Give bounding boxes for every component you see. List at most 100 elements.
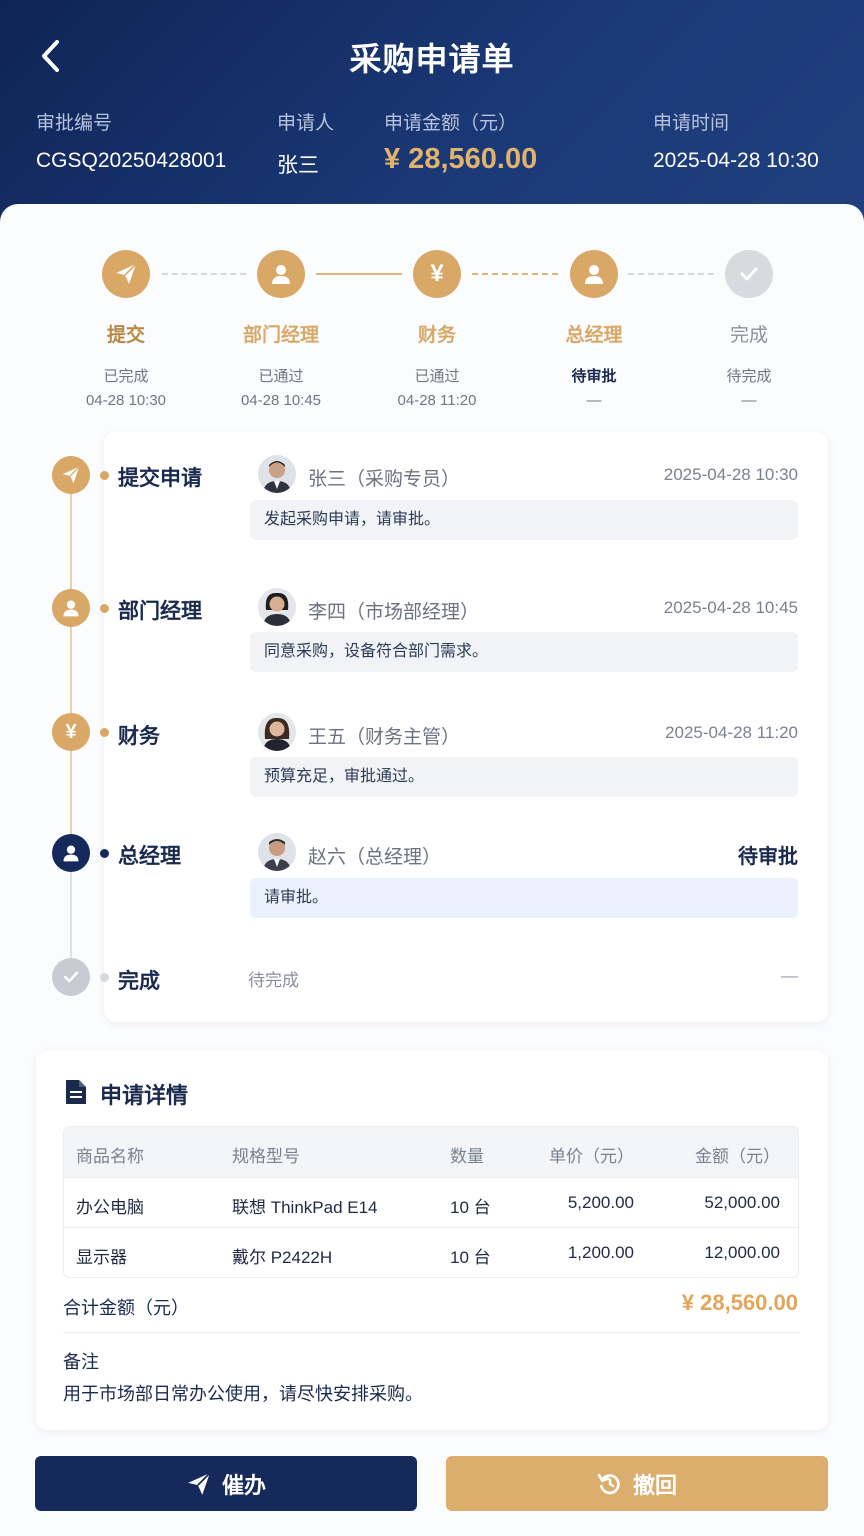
- step-name: 财务: [417, 325, 456, 346]
- step-submit: 提交 已完成 04-28 10:30: [61, 250, 191, 409]
- table-cell: 12,000.00: [704, 1243, 780, 1262]
- time-label: 申请时间: [653, 113, 730, 134]
- undo-icon: [597, 1473, 620, 1494]
- timeline-line: [70, 488, 72, 834]
- page-title: 采购申请单: [349, 41, 515, 77]
- completion-status: 待完成: [248, 971, 299, 990]
- timeline-dot: [100, 973, 109, 982]
- time-block: 申请时间 2025-04-28 10:30: [653, 108, 819, 173]
- timeline-title: 财务: [118, 725, 160, 748]
- step-name: 完成: [729, 325, 768, 346]
- table-header: 商品名称 规格型号 数量 单价（元） 金额（元）: [64, 1127, 798, 1177]
- table-cell: 10 台: [450, 1248, 491, 1267]
- timeline-dot: [100, 849, 109, 858]
- approval-time: 2025-04-28 10:45: [663, 598, 798, 617]
- user-icon: [257, 250, 305, 298]
- amount-label: 申请金额（元）: [384, 113, 518, 134]
- paper-plane-icon: [102, 250, 150, 298]
- approval-comment: 同意采购，设备符合部门需求。: [250, 632, 798, 672]
- column-header: 单价（元）: [549, 1147, 634, 1166]
- items-table: 商品名称 规格型号 数量 单价（元） 金额（元） 办公电脑 联想 ThinkPa…: [63, 1126, 799, 1278]
- timeline-line-pending: [70, 870, 72, 960]
- column-header: 数量: [450, 1147, 484, 1166]
- table-cell: 办公电脑: [76, 1198, 144, 1217]
- applicant-label: 申请人: [277, 113, 335, 134]
- divider: [63, 1332, 799, 1333]
- user-icon: [52, 589, 90, 627]
- timeline-title: 提交申请: [118, 467, 202, 490]
- yen-icon: ¥: [52, 713, 90, 751]
- table-cell: 戴尔 P2422H: [232, 1248, 333, 1267]
- step-name: 提交: [106, 325, 145, 346]
- pending-status: 待审批: [738, 846, 798, 868]
- avatar: [258, 713, 296, 751]
- total-value: ¥ 28,560.00: [681, 1290, 798, 1315]
- step-status: 已完成: [103, 368, 149, 385]
- table-row: 显示器 戴尔 P2422H 10 台 1,200.00 12,000.00: [64, 1227, 798, 1277]
- step-time: 04-28 10:30: [85, 392, 167, 409]
- step-time: 04-28 11:20: [397, 392, 477, 409]
- step-name: 总经理: [565, 325, 623, 346]
- approval-time: 2025-04-28 11:20: [665, 723, 798, 742]
- urge-button[interactable]: 催办: [35, 1456, 417, 1511]
- note-value: 用于市场部日常办公使用，请尽快安排采购。: [63, 1384, 423, 1404]
- step-time: 04-28 10:45: [240, 392, 322, 409]
- check-icon: [725, 250, 773, 298]
- approval-no-label: 审批编号: [36, 113, 113, 134]
- applicant-block: 申请人 张三: [277, 108, 334, 179]
- timeline-dot: [100, 604, 109, 613]
- table-cell: 1,200.00: [567, 1243, 634, 1262]
- step-status: 待完成: [726, 368, 772, 385]
- column-header: 规格型号: [232, 1147, 300, 1166]
- avatar: [258, 588, 296, 626]
- step-status: 待审批: [571, 368, 617, 385]
- step-finance: ¥ 财务 已通过 04-28 11:20: [372, 250, 502, 409]
- step-name: 部门经理: [242, 325, 319, 346]
- withdraw-button[interactable]: 撤回: [446, 1456, 828, 1511]
- timeline-title: 完成: [118, 970, 160, 993]
- column-header: 商品名称: [76, 1147, 144, 1166]
- applicant-value: 张三: [277, 154, 319, 177]
- completion-time: —: [781, 966, 798, 985]
- table-cell: 52,000.00: [704, 1193, 780, 1212]
- avatar: [258, 833, 296, 871]
- approver-name: 张三（采购专员）: [308, 469, 461, 490]
- approver-name: 赵六（总经理）: [308, 847, 442, 868]
- table-cell: 联想 ThinkPad E14: [232, 1198, 378, 1217]
- column-header: 金额（元）: [695, 1147, 780, 1166]
- step-status: 已通过: [414, 368, 460, 385]
- yen-icon: ¥: [413, 250, 461, 298]
- note-label: 备注: [63, 1352, 99, 1372]
- table-cell: 显示器: [76, 1248, 127, 1267]
- paper-plane-icon: [52, 456, 90, 494]
- approver-name: 李四（市场部经理）: [308, 602, 480, 623]
- step-time: —: [741, 392, 757, 409]
- user-icon: [570, 250, 618, 298]
- user-icon: [52, 834, 90, 872]
- urge-label: 催办: [221, 1472, 266, 1498]
- amount-value: ¥ 28,560.00: [384, 143, 538, 175]
- approval-comment: 发起采购申请，请审批。: [250, 500, 798, 540]
- table-cell: 5,200.00: [567, 1193, 634, 1212]
- details-title: 申请详情: [100, 1083, 189, 1108]
- approval-comment: 预算充足，审批通过。: [250, 757, 798, 797]
- approver-name: 王五（财务主管）: [308, 727, 461, 748]
- approval-no-block: 审批编号 CGSQ20250428001: [36, 108, 226, 173]
- timeline-dot: [100, 728, 109, 737]
- check-icon: [52, 958, 90, 996]
- header-banner: 采购申请单 审批编号 CGSQ20250428001 申请人 张三 申请金额（元…: [0, 0, 864, 230]
- amount-block: 申请金额（元） ¥ 28,560.00: [384, 108, 537, 176]
- step-status: 已通过: [258, 368, 304, 385]
- time-value: 2025-04-28 10:30: [653, 149, 819, 172]
- table-cell: 10 台: [450, 1198, 491, 1217]
- document-icon: [66, 1080, 86, 1104]
- avatar: [258, 455, 296, 493]
- step-general-manager: 总经理 待审批 —: [529, 250, 659, 409]
- timeline-title: 部门经理: [118, 600, 202, 623]
- approval-time: 2025-04-28 10:30: [663, 465, 798, 484]
- timeline-title: 总经理: [118, 845, 181, 868]
- table-row: 办公电脑 联想 ThinkPad E14 10 台 5,200.00 52,00…: [64, 1177, 798, 1227]
- step-complete: 完成 待完成 —: [684, 250, 814, 409]
- step-dept-manager: 部门经理 已通过 04-28 10:45: [216, 250, 346, 409]
- total-label: 合计金额（元）: [63, 1298, 189, 1318]
